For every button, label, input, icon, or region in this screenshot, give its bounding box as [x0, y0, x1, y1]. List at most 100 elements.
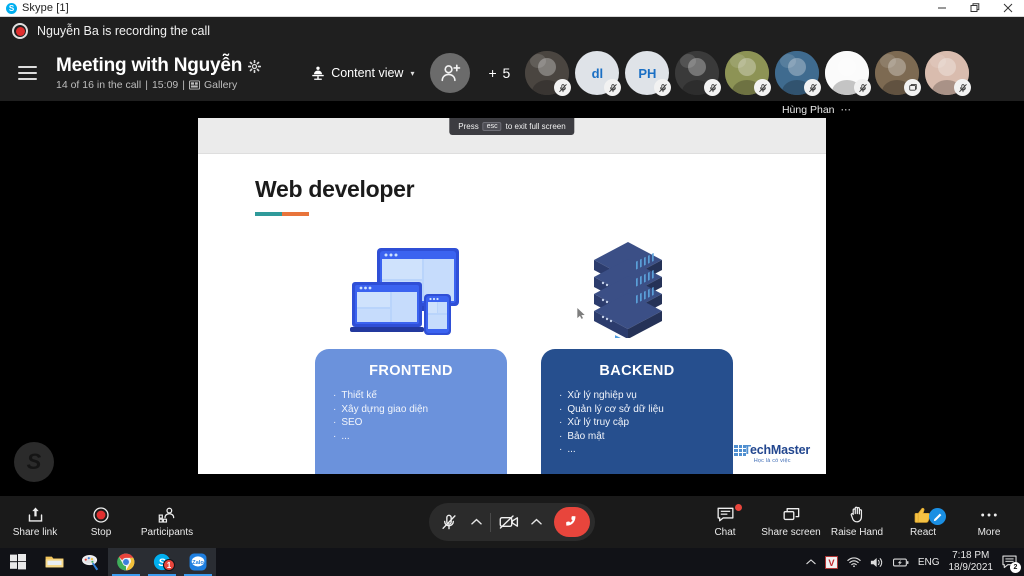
button-label: Share link [12, 527, 58, 538]
participant-avatar[interactable] [525, 51, 572, 96]
share-link-button[interactable]: Share link [2, 506, 68, 538]
participants-icon [158, 506, 176, 523]
skype-taskbar-button[interactable]: S 1 [144, 548, 180, 576]
zalo-icon: Zalo [189, 553, 207, 571]
backend-card: BACKEND · Xử lý nghiệp vụ · Quản lý cơ sở d… [541, 349, 733, 474]
camera-options-button[interactable] [525, 505, 547, 539]
bullet-marker: · [333, 390, 337, 401]
minimize-button[interactable] [925, 0, 958, 17]
close-button[interactable] [991, 0, 1024, 17]
add-participant-button[interactable] [430, 53, 471, 93]
share-screen-icon [783, 506, 800, 523]
skype-notification-badge: 1 [163, 559, 175, 571]
esc-hint-suffix: to exit full screen [505, 122, 566, 131]
underline-teal [255, 212, 282, 216]
shared-screen-slide[interactable]: Press esc to exit full screen Web develo… [198, 118, 826, 474]
participant-avatar[interactable] [775, 51, 822, 96]
overflow-participant-count[interactable]: + 5 [488, 65, 511, 81]
participant-count: 14 of 16 in the call [56, 79, 142, 91]
bullet-marker: · [559, 430, 563, 442]
hamburger-line [17, 78, 37, 80]
bullet-marker: · [333, 417, 337, 429]
stop-recording-icon [93, 506, 109, 523]
participants-button[interactable]: Participants [134, 506, 200, 538]
svg-text:Zalo: Zalo [192, 560, 204, 566]
participant-avatar[interactable] [725, 51, 772, 96]
button-label: Raise Hand [830, 527, 884, 538]
techmaster-tagline: Học là có việc [753, 458, 791, 464]
chrome-button[interactable] [108, 548, 144, 576]
frontend-list: · Thiết kế · Xây dựng giao diện · SEO ·... [315, 389, 507, 443]
participant-avatar[interactable]: PH [625, 51, 672, 96]
microphone-toggle-button[interactable] [434, 505, 464, 539]
gallery-icon [188, 80, 200, 90]
react-button[interactable]: React [890, 506, 956, 538]
windows-logo-icon [10, 554, 26, 570]
stop-button[interactable]: Stop [68, 506, 134, 538]
action-center-button[interactable]: 2 [1002, 555, 1021, 573]
more-button[interactable]: More [956, 506, 1022, 538]
active-speaker-name: Hùng Phan [781, 103, 835, 116]
language-indicator[interactable]: ENG [918, 557, 940, 568]
unikey-icon[interactable]: V [824, 555, 838, 569]
button-label: More [977, 527, 1001, 538]
participant-avatar[interactable] [875, 51, 922, 96]
bullet-marker: · [333, 403, 337, 415]
share-screen-button[interactable]: Share screen [758, 506, 824, 538]
menu-button[interactable] [6, 66, 48, 80]
muted-mic-icon [804, 79, 822, 96]
file-explorer-button[interactable] [36, 548, 72, 576]
hamburger-line [17, 66, 37, 68]
list-item-label: Xử lý nghiệp vụ [567, 390, 637, 401]
end-call-button[interactable] [554, 507, 590, 537]
backend-list: · Xử lý nghiệp vụ · Quản lý cơ sở dữ liệu · X… [541, 389, 733, 457]
recording-icon [12, 23, 28, 39]
paint-icon [81, 554, 98, 570]
zalo-button[interactable]: Zalo [180, 548, 216, 576]
button-label: Share screen [761, 527, 821, 538]
gear-icon[interactable] [248, 59, 262, 73]
participant-avatar[interactable] [675, 51, 722, 96]
server-stack-illustration [594, 242, 662, 338]
participant-avatar[interactable] [925, 51, 972, 96]
raise-hand-button[interactable]: Raise Hand [824, 506, 890, 538]
chat-button[interactable]: Chat [692, 504, 758, 538]
annotate-pencil-badge-icon[interactable] [929, 508, 946, 525]
list-item-label: ... [341, 430, 350, 442]
chevron-up-icon [806, 559, 816, 565]
restore-button[interactable] [958, 0, 991, 17]
list-item-label: Thiết kế [341, 390, 377, 401]
more-icon [980, 506, 998, 523]
subtitle-separator: | [145, 79, 148, 91]
chat-icon [717, 506, 734, 523]
battery-icon[interactable] [892, 557, 909, 568]
wifi-icon[interactable] [847, 556, 861, 568]
list-item: · Bảo mật [559, 430, 733, 444]
list-item-label: Xử lý truy cập [567, 417, 630, 429]
content-view-dropdown[interactable]: Content view ▾ [311, 66, 414, 80]
skype-app-icon: S [6, 2, 17, 14]
underline-orange [282, 212, 309, 216]
clock[interactable]: 7:18 PM 18/9/2021 [949, 550, 994, 574]
muted-mic-icon [954, 79, 972, 96]
paint-button[interactable] [72, 548, 108, 576]
microphone-options-button[interactable] [465, 505, 487, 539]
list-item-label: Quản lý cơ sở dữ liệu [567, 403, 664, 415]
list-item: · Thiết kế [333, 389, 507, 403]
mouse-cursor-icon [577, 308, 585, 319]
participant-avatar[interactable] [825, 51, 872, 96]
muted-mic-icon [754, 79, 772, 96]
list-item: · Quản lý cơ sở dữ liệu [559, 403, 733, 417]
list-item-label: Bảo mật [567, 430, 605, 442]
add-person-icon [441, 63, 461, 81]
window-titlebar: S Skype [1] [0, 0, 1024, 17]
raise-hand-icon [850, 506, 865, 523]
esc-key-label: esc [482, 122, 502, 131]
participant-avatar[interactable]: dl [575, 51, 622, 96]
tray-overflow-button[interactable] [806, 558, 816, 566]
active-speaker-more-icon[interactable]: ⋯ [841, 104, 853, 116]
volume-icon[interactable] [870, 556, 884, 569]
sharing-screen-icon [904, 79, 922, 96]
camera-toggle-button[interactable] [494, 505, 524, 539]
start-button[interactable] [0, 548, 36, 576]
